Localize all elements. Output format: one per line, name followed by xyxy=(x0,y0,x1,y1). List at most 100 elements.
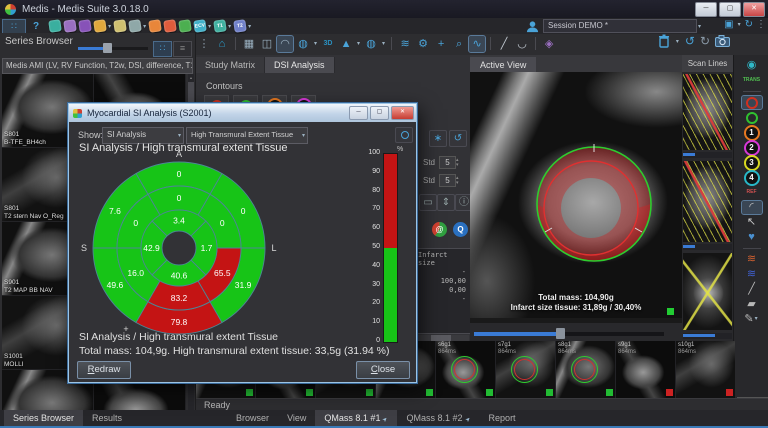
filmstrip-thumbnail[interactable]: s7g1864ms xyxy=(496,341,555,398)
ecv-app-icon[interactable]: ECV xyxy=(193,19,207,33)
measure-line-icon[interactable]: ╱ xyxy=(496,36,512,52)
undo-icon[interactable]: ↺ xyxy=(685,34,695,48)
dialog-close-button[interactable]: ✕ xyxy=(391,106,414,120)
qmass-app-icon[interactable] xyxy=(48,19,62,33)
bean-roi-icon[interactable]: ◡ xyxy=(514,36,530,52)
overflow-menu-icon[interactable]: ⋮ xyxy=(756,19,766,30)
bottom-tab-series-browser[interactable]: Series Browser xyxy=(4,410,83,426)
thumbnail-size-slider[interactable] xyxy=(78,47,148,50)
fit-height-icon[interactable]: ⇕ xyxy=(437,194,455,211)
combo-arrow-icon[interactable]: ▾ xyxy=(178,129,181,143)
roi4-icon[interactable]: 4 xyxy=(742,171,762,184)
close-dialog-button[interactable]: Close xyxy=(356,361,410,379)
bottom-tab-browser[interactable]: Browser xyxy=(227,410,278,426)
roi3-icon[interactable]: 3 xyxy=(742,156,762,169)
arc-measure-icon[interactable]: ◜ xyxy=(742,201,762,214)
phase-slider[interactable] xyxy=(474,332,664,336)
app7-app-icon[interactable] xyxy=(148,19,162,33)
bottom-tab-report[interactable]: Report xyxy=(480,410,525,426)
scan-line-thumb[interactable] xyxy=(683,74,732,150)
profile-curve-icon[interactable]: ∿ xyxy=(469,36,485,52)
std-spinner[interactable]: 5 xyxy=(439,174,456,187)
draw-line-icon[interactable]: ╱ xyxy=(742,283,762,296)
app8-app-icon[interactable] xyxy=(163,19,177,33)
redraw-button[interactable]: Redraw xyxy=(77,361,131,379)
session-combo[interactable]: Session DEMO * xyxy=(543,19,697,33)
scan-slider[interactable] xyxy=(683,152,732,158)
spinner-arrows-icon[interactable]: ▴▾ xyxy=(456,176,459,186)
t2-app-icon[interactable]: T2 xyxy=(233,19,247,33)
dialog-titlebar[interactable]: Myocardial SI Analysis (S2001) ─ ▢ ✕ xyxy=(69,104,416,122)
toolbar-menu-icon[interactable]: ⋮ xyxy=(196,36,212,52)
phase-slider-handle[interactable] xyxy=(556,328,565,339)
app6-app-icon[interactable] xyxy=(128,19,142,33)
qstrain-shield-icon[interactable]: ◈ xyxy=(541,36,557,52)
filmstrip-thumbnail[interactable]: s6g1864ms xyxy=(436,341,495,398)
app4-app-icon[interactable] xyxy=(93,19,107,33)
snapshot-icon[interactable] xyxy=(715,35,730,47)
pencil-icon[interactable]: ✎▾ xyxy=(742,313,762,326)
contour-overlay-icon[interactable]: ◠ xyxy=(277,36,293,52)
split-view-icon[interactable]: ◫ xyxy=(259,36,275,52)
thumbnail-size-slider-handle[interactable] xyxy=(103,43,112,53)
help-icon[interactable]: ? xyxy=(33,21,39,32)
layout-dropdown-icon[interactable]: ▾ xyxy=(738,21,741,28)
delete-dropdown-icon[interactable]: ▾ xyxy=(676,38,679,45)
row-tool-icon[interactable]: ▭ xyxy=(419,194,437,211)
list-view-button[interactable]: ≡ xyxy=(173,41,192,57)
pan-icon[interactable]: + xyxy=(433,36,449,52)
app5-app-icon[interactable] xyxy=(113,19,127,33)
pencil-icon-dropdown-icon[interactable]: ▾ xyxy=(755,313,758,326)
filmstrip-thumbnail[interactable]: s9g1864ms xyxy=(616,341,675,398)
t1-app-icon[interactable]: T1 xyxy=(213,19,227,33)
app3-app-icon[interactable] xyxy=(78,19,92,33)
grid-view-button[interactable]: ∷ xyxy=(153,41,172,57)
endo-contour-icon[interactable] xyxy=(742,96,762,109)
bottom-tab-view[interactable]: View xyxy=(278,410,315,426)
roi2-icon[interactable]: 2 xyxy=(742,141,762,154)
close-button[interactable]: ✕ xyxy=(743,2,765,17)
scroll-up-icon[interactable]: ▴ xyxy=(188,74,194,82)
si-curves-red-icon[interactable]: ≋ xyxy=(742,253,762,266)
sync-icon[interactable]: ↻ xyxy=(745,19,753,30)
qmap-globe-icon-dropdown-icon[interactable]: ▾ xyxy=(314,40,317,47)
t1-dropdown-icon[interactable]: ▾ xyxy=(228,23,231,30)
revert-icon[interactable]: ↺ xyxy=(449,130,467,147)
dialog-maximize-button[interactable]: ▢ xyxy=(370,106,389,120)
minimize-button[interactable]: ─ xyxy=(695,2,717,17)
spline-tool-icon[interactable]: ∗ xyxy=(429,130,447,147)
scan-slider[interactable] xyxy=(683,244,732,250)
layout-icon[interactable]: ▣ xyxy=(724,19,733,30)
ref-contour-icon[interactable]: REF xyxy=(742,186,762,199)
roi1-icon[interactable]: 1 xyxy=(742,126,762,139)
std-spinner[interactable]: 5 xyxy=(439,156,456,169)
cone-view-icon-dropdown-icon[interactable]: ▾ xyxy=(357,40,360,47)
delete-icon[interactable] xyxy=(658,34,670,48)
eraser-icon[interactable]: ▰ xyxy=(742,298,762,311)
cone-view-icon[interactable]: ▲ xyxy=(338,36,354,52)
app9-app-icon[interactable] xyxy=(178,19,192,33)
ecv-dropdown-icon[interactable]: ▾ xyxy=(208,23,211,30)
transmurality-icon[interactable]: TRANS xyxy=(742,74,762,87)
filmstrip-thumbnail[interactable]: s8g1864ms xyxy=(556,341,615,398)
spinner-arrows-icon[interactable]: ▴▾ xyxy=(456,158,459,168)
t2-dropdown-icon[interactable]: ▾ xyxy=(248,23,251,30)
app6-dropdown-icon[interactable]: ▾ xyxy=(143,23,146,30)
crown-tool-icon[interactable]: ♥ xyxy=(742,231,762,244)
3d-view-icon[interactable]: 3D xyxy=(320,36,336,52)
redo-icon[interactable]: ↻ xyxy=(700,34,710,48)
app-menu-icon[interactable]: ∷ xyxy=(3,20,25,33)
scan-slider[interactable] xyxy=(683,333,732,339)
bottom-tab-results[interactable]: Results xyxy=(83,410,131,426)
bottom-tab-qmass-8-1-1[interactable]: QMass 8.1 #1➤ xyxy=(315,410,397,426)
combo-arrow-icon[interactable]: ▾ xyxy=(302,129,305,143)
si-curves-blue-icon[interactable]: ≋ xyxy=(742,268,762,281)
stack-icon[interactable]: ≋ xyxy=(397,36,413,52)
tab-scan-lines[interactable]: Scan Lines xyxy=(682,55,733,72)
scan-line-thumb[interactable] xyxy=(683,161,732,242)
qmap-icon[interactable]: Q xyxy=(453,222,468,237)
tab-dsi-analysis[interactable]: DSI Analysis xyxy=(265,57,335,73)
scan-line-thumb[interactable] xyxy=(683,253,732,330)
pull-contour-icon[interactable]: ↖ xyxy=(742,216,762,229)
session-dropdown-icon[interactable]: ▾ xyxy=(698,23,701,30)
